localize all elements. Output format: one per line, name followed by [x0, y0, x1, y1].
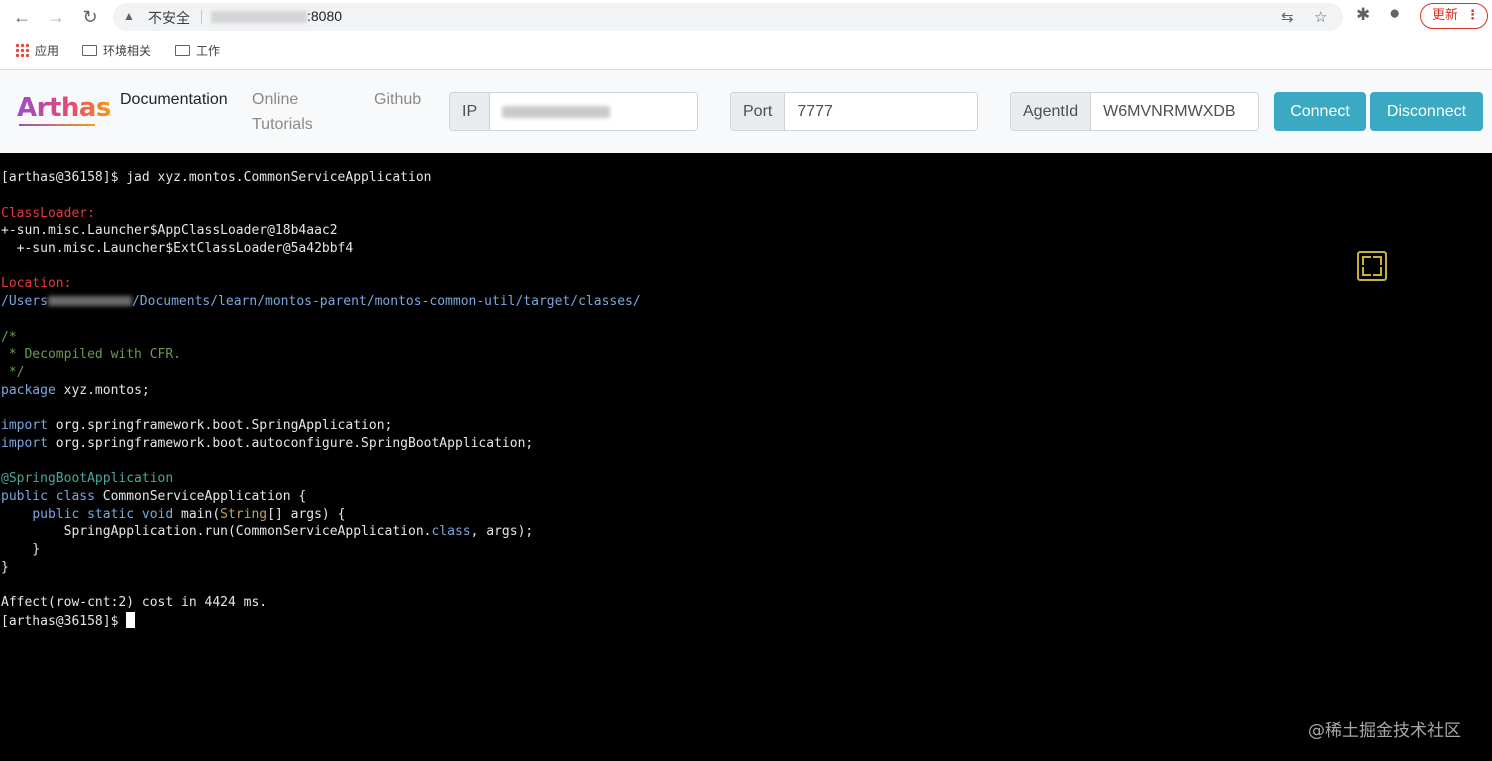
bookmark-label: 环境相关 — [103, 44, 152, 58]
terminal-cursor — [126, 612, 136, 628]
import-path: org.springframework.boot.autoconfigure.S… — [47, 436, 534, 451]
location-label: Location: — [1, 276, 72, 291]
keyword: class — [431, 524, 471, 539]
ip-value-blurred — [502, 106, 610, 118]
agentid-label: AgentId — [1011, 93, 1092, 130]
keyword: public class — [1, 489, 95, 504]
connect-button[interactable]: Connect — [1274, 92, 1366, 131]
folder-icon — [82, 45, 97, 56]
method-body-line: SpringApplication.run(CommonServiceAppli… — [1, 523, 534, 541]
terminal[interactable]: [arthas@36158]$ jad xyz.montos.CommonSer… — [0, 153, 1492, 761]
fullscreen-corner — [1373, 256, 1382, 265]
comment-line: /* — [1, 330, 17, 345]
location-path: /Users/Documents/learn/montos-parent/mon… — [1, 293, 641, 311]
nav-online-tutorials-line1: Online — [252, 91, 299, 108]
folder-icon — [175, 45, 190, 56]
package-line: package xyz.montos; — [1, 382, 150, 400]
app-header: Arthas Documentation Online Tutorials Gi… — [0, 70, 1492, 153]
bookmark-label: 应用 — [35, 44, 60, 58]
classloader-line: +-sun.misc.Launcher$ExtClassLoader@5a42b… — [1, 241, 354, 256]
bookmark-apps[interactable]: 应用 — [15, 42, 59, 59]
bookmark-work[interactable]: 工作 — [175, 42, 220, 59]
forward-icon[interactable]: → — [44, 5, 68, 29]
fullscreen-icon[interactable] — [1357, 251, 1387, 281]
fullscreen-corner — [1362, 256, 1371, 265]
star-icon[interactable]: ☆ — [1314, 8, 1327, 26]
agentid-input[interactable] — [1091, 93, 1258, 130]
import-path: org.springframework.boot.SpringApplicati… — [47, 418, 393, 433]
method-rest: [] args) { — [267, 507, 346, 522]
body-suffix: , args); — [470, 524, 534, 539]
disconnect-button[interactable]: Disconnect — [1370, 92, 1483, 131]
package-name: xyz.montos; — [55, 383, 150, 398]
annotation-line: @SpringBootApplication — [1, 471, 174, 486]
prompt: [arthas@36158]$ — [1, 614, 127, 629]
arthas-logo[interactable]: Arthas — [17, 93, 111, 123]
affect-line: Affect(row-cnt:2) cost in 4424 ms. — [1, 595, 268, 610]
keyword: import — [1, 418, 48, 433]
method-decl-line: public static void main(String[] args) { — [1, 506, 345, 524]
type-name: String — [220, 507, 268, 522]
classloader-label: ClassLoader: — [1, 206, 95, 221]
class-name: CommonServiceApplication { — [94, 489, 307, 504]
keyword: package — [1, 383, 56, 398]
insecure-label: 不安全 — [148, 11, 190, 27]
body-prefix: SpringApplication.run(CommonServiceAppli… — [1, 524, 432, 539]
url-port: :8080 — [307, 8, 343, 24]
apps-grid-icon — [15, 43, 29, 57]
terminal-command-line: [arthas@36158]$ jad xyz.montos.CommonSer… — [1, 170, 432, 185]
fullscreen-corner — [1373, 267, 1382, 276]
watermark: @稀土掘金技术社区 — [1308, 721, 1461, 741]
comment-line: * Decompiled with CFR. — [1, 347, 182, 362]
more-icon: ⋮ — [1466, 8, 1479, 23]
nav-online-tutorials-line2: Tutorials — [252, 116, 313, 133]
logo-underline — [19, 124, 95, 126]
location-prefix: /Users — [1, 294, 48, 309]
location-suffix: /Documents/learn/montos-parent/montos-co… — [131, 294, 641, 309]
update-button[interactable]: 更新 ⋮ — [1420, 3, 1488, 29]
bookmarks-bar: 应用 环境相关 工作 — [0, 34, 1492, 70]
prompt-line: [arthas@36158]$ — [1, 612, 136, 631]
port-input-group: Port — [730, 92, 978, 131]
warning-icon: ▲ — [123, 9, 135, 23]
browser-toolbar: ← → ↻ ▲ 不安全 :8080 ⇆ ☆ ✱ ● 更新 ⋮ — [0, 0, 1492, 34]
fullscreen-corner — [1362, 267, 1371, 276]
translate-icon[interactable]: ⇆ — [1281, 8, 1294, 26]
update-label: 更新 — [1432, 8, 1459, 23]
profile-icon[interactable]: ● — [1389, 3, 1400, 25]
port-input[interactable] — [785, 93, 977, 130]
closing-brace: } — [1, 542, 41, 557]
nav-documentation[interactable]: Documentation — [120, 87, 228, 112]
reload-icon[interactable]: ↻ — [78, 5, 102, 29]
port-label: Port — [731, 93, 786, 130]
username-blurred — [47, 296, 132, 306]
extensions-icon[interactable]: ✱ — [1356, 5, 1370, 25]
agentid-input-group: AgentId — [1010, 92, 1259, 131]
url-separator — [201, 10, 202, 24]
class-decl-line: public class CommonServiceApplication { — [1, 488, 306, 506]
address-bar[interactable]: ▲ 不安全 :8080 ⇆ ☆ — [113, 3, 1343, 31]
url-host-blurred — [211, 11, 307, 23]
keyword: public static void — [32, 507, 174, 522]
back-icon[interactable]: ← — [10, 5, 34, 29]
import-line: import org.springframework.boot.SpringAp… — [1, 417, 392, 435]
import-line: import org.springframework.boot.autoconf… — [1, 435, 533, 453]
bookmark-env[interactable]: 环境相关 — [82, 42, 151, 59]
nav-online-tutorials[interactable]: Online Tutorials — [252, 87, 313, 137]
comment-line: */ — [1, 365, 25, 380]
closing-brace: } — [1, 560, 9, 575]
keyword: import — [1, 436, 48, 451]
ip-input-group: IP — [449, 92, 698, 131]
method-name: main( — [173, 507, 221, 522]
bookmark-label: 工作 — [196, 44, 221, 58]
ip-label: IP — [450, 93, 491, 130]
nav-github[interactable]: Github — [374, 87, 421, 112]
classloader-line: +-sun.misc.Launcher$AppClassLoader@18b4a… — [1, 223, 338, 238]
